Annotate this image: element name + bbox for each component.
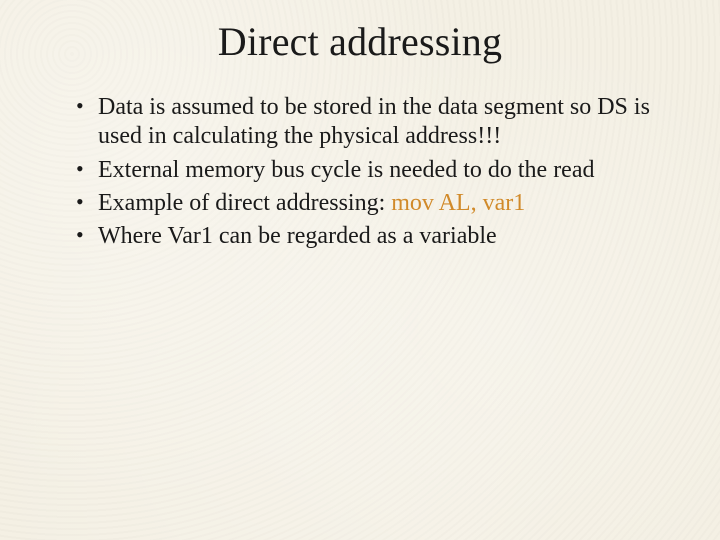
bullet-list: Data is assumed to be stored in the data… [40,93,680,251]
slide: Direct addressing Data is assumed to be … [0,0,720,540]
example-prefix: Example of direct addressing: [98,190,391,216]
example-instruction: mov AL, var1 [391,190,525,216]
bullet-text: Data is assumed to be stored in the data… [98,94,650,149]
list-item: Where Var1 can be regarded as a variable [76,222,672,251]
list-item: External memory bus cycle is needed to d… [76,156,672,185]
list-item: Data is assumed to be stored in the data… [76,93,672,152]
slide-title: Direct addressing [40,18,680,65]
bullet-text: External memory bus cycle is needed to d… [98,157,595,183]
bullet-text: Where Var1 can be regarded as a variable [98,223,497,249]
list-item-example: Example of direct addressing: mov AL, va… [76,189,672,218]
